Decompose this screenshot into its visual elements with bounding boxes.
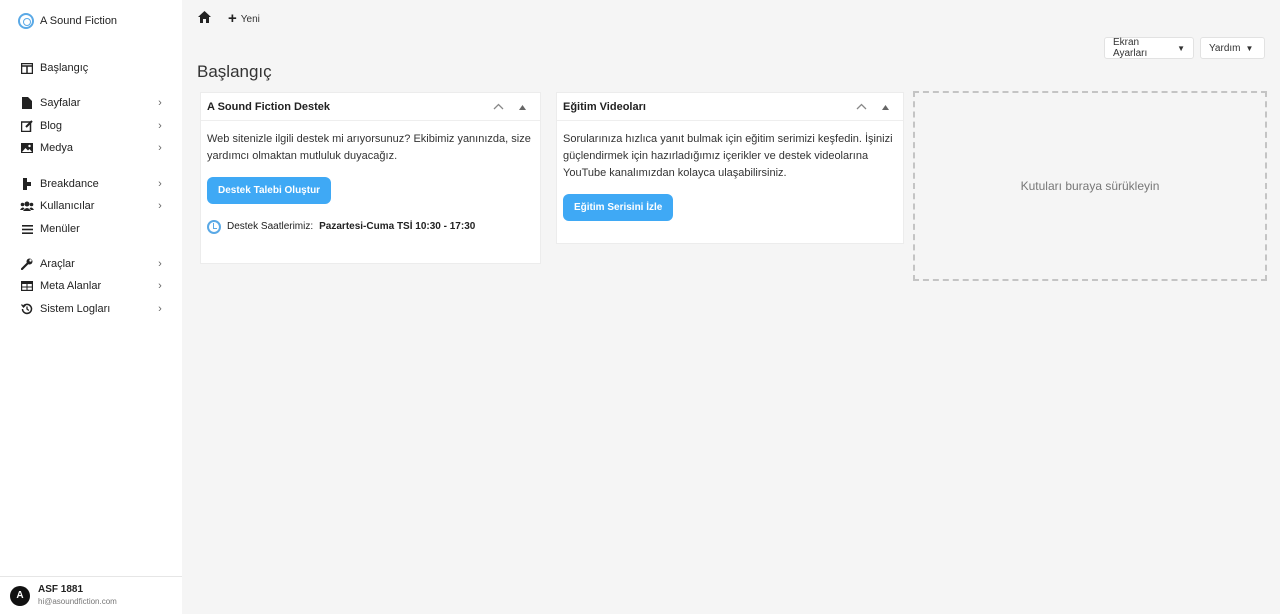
sidebar-item-label: Kullanıcılar — [40, 200, 95, 212]
avatar: A — [10, 585, 30, 606]
sidebar-item-baslangic[interactable]: Başlangıç — [20, 59, 165, 77]
sidebar-item-label: Başlangıç — [40, 62, 89, 74]
chevron-right-icon: › — [158, 200, 162, 212]
caret-down-icon: ▼ — [1245, 43, 1254, 53]
support-hours: Destek Saatlerimiz: Pazartesi-Cuma TSİ 1… — [207, 218, 534, 235]
sidebar-item-label: Medya — [40, 142, 74, 154]
users-icon — [20, 199, 34, 213]
sidebar-item-araclar[interactable]: Araçlar › — [20, 255, 165, 273]
dashboard-icon — [20, 61, 34, 75]
sidebar-item-label: Breakdance — [40, 178, 99, 190]
home-icon — [198, 11, 211, 23]
sidebar-item-label: Araçlar — [40, 258, 75, 270]
chevron-right-icon: › — [158, 178, 162, 190]
user-email: hi@asoundfiction.com — [38, 597, 117, 606]
sidebar-item-label: Sayfalar — [40, 97, 81, 109]
move-up-icon[interactable] — [873, 101, 897, 113]
brand[interactable]: A Sound Fiction — [18, 12, 117, 30]
move-up-icon[interactable] — [510, 101, 534, 113]
chevron-right-icon: › — [158, 120, 162, 132]
screen-options-label: Ekran Ayarları — [1113, 37, 1148, 59]
card-title: Eğitim Videoları — [563, 100, 646, 113]
drop-zone-text: Kutuları buraya sürükleyin — [1020, 179, 1160, 193]
page-title: Başlangıç — [197, 62, 272, 81]
sidebar-item-meta-alanlar[interactable]: Meta Alanlar › — [20, 277, 165, 295]
drop-zone[interactable]: Kutuları buraya sürükleyin — [913, 91, 1267, 281]
card-title: A Sound Fiction Destek — [207, 100, 331, 113]
collapse-icon[interactable] — [486, 101, 510, 113]
video-text: Sorularınıza hızlıca yanıt bulmak için e… — [563, 133, 893, 179]
support-hours-label: Destek Saatlerimiz: — [227, 221, 314, 232]
sidebar-item-sayfalar[interactable]: Sayfalar › — [20, 94, 165, 112]
sidebar-item-kullanicilar[interactable]: Kullanıcılar › — [20, 197, 165, 215]
sidebar-item-breakdance[interactable]: Breakdance › — [20, 175, 165, 193]
video-card: Eğitim Videoları Sorularınıza hızlıca ya… — [556, 92, 904, 244]
media-icon — [20, 141, 34, 155]
chevron-right-icon: › — [158, 258, 162, 270]
create-ticket-button[interactable]: Destek Talebi Oluştur — [207, 177, 332, 204]
table-icon — [20, 279, 34, 293]
sidebar-item-blog[interactable]: Blog › — [20, 117, 165, 135]
chevron-right-icon: › — [158, 303, 162, 315]
card-body: Sorularınıza hızlıca yanıt bulmak için e… — [557, 121, 903, 231]
sidebar-item-label: Sistem Logları — [40, 303, 111, 315]
new-label: Yeni — [240, 13, 260, 25]
user-name: ASF 1881 — [38, 584, 84, 595]
wrench-icon — [20, 257, 34, 271]
sidebar-item-label: Blog — [40, 120, 63, 132]
brand-name: A Sound Fiction — [40, 15, 118, 27]
card-body: Web sitenizle ilgili destek mi arıyorsun… — [201, 121, 540, 245]
home-button[interactable] — [198, 11, 212, 25]
chevron-right-icon: › — [158, 280, 162, 292]
user-profile[interactable]: A ASF 1881 hi@asoundfiction.com — [0, 576, 182, 614]
support-card: A Sound Fiction Destek Web sitenizle ilg… — [200, 92, 541, 264]
edit-icon — [20, 119, 34, 133]
new-button[interactable]: + Yeni — [228, 11, 260, 27]
sidebar-item-label: Meta Alanlar — [40, 280, 102, 292]
history-icon — [20, 302, 34, 316]
caret-down-icon: ▼ — [1177, 43, 1185, 53]
sidebar-item-medya[interactable]: Medya › — [20, 139, 165, 157]
collapse-icon[interactable] — [849, 101, 873, 113]
support-hours-value: Pazartesi-Cuma TSİ 10:30 - 17:30 — [319, 221, 476, 232]
sidebar-item-sistem-loglari[interactable]: Sistem Logları › — [20, 300, 165, 318]
card-header: Eğitim Videoları — [557, 93, 903, 121]
clock-icon — [207, 219, 221, 234]
plus-icon: + — [228, 10, 237, 27]
chevron-right-icon: › — [158, 97, 162, 109]
screen-options-button[interactable]: Ekran Ayarları ▼ — [1104, 37, 1194, 59]
sidebar-item-label: Menüler — [40, 223, 80, 235]
support-text: Web sitenizle ilgili destek mi arıyorsun… — [207, 133, 531, 162]
brand-logo-icon — [18, 13, 34, 29]
sidebar-item-menuler[interactable]: Menüler — [20, 220, 165, 238]
help-button[interactable]: Yardım ▼ — [1200, 37, 1265, 59]
watch-series-button[interactable]: Eğitim Serisini İzle — [563, 194, 674, 221]
breakdance-icon — [20, 177, 34, 191]
sidebar: A Sound Fiction Başlangıç Sayfalar › Blo… — [0, 0, 182, 614]
card-header: A Sound Fiction Destek — [201, 93, 540, 121]
menu-icon — [20, 222, 34, 236]
help-label: Yardım — [1209, 42, 1241, 54]
pages-icon — [20, 96, 34, 110]
chevron-right-icon: › — [158, 142, 162, 154]
